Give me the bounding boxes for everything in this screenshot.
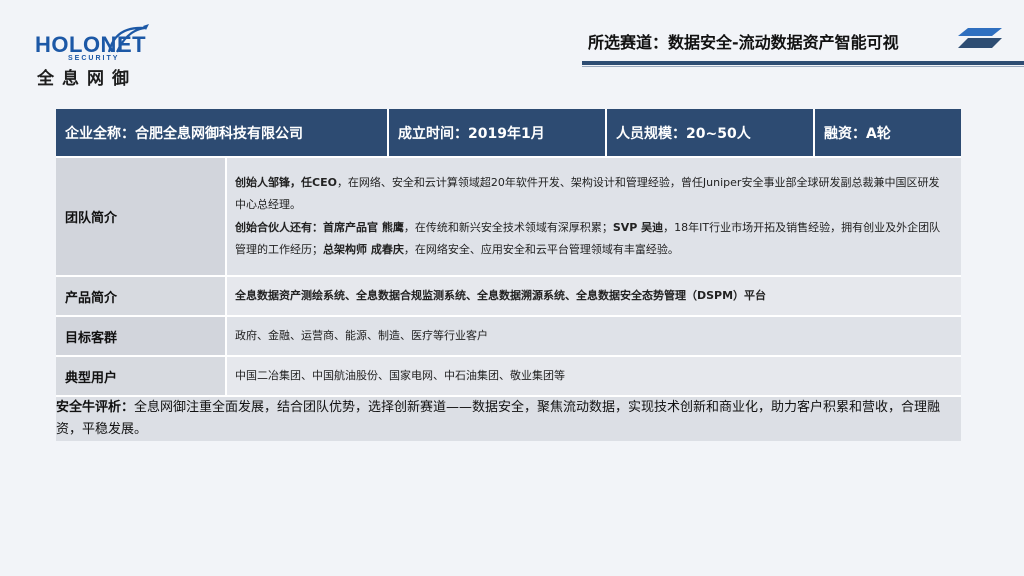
page-title: 所选赛道：数据安全-流动数据资产智能可视 xyxy=(588,33,899,52)
comment-text: 全息网御注重全面发展，结合团队优势，选择创新赛道——数据安全，聚焦流动数据，实现… xyxy=(56,400,941,437)
comment-label: 安全牛评析： xyxy=(56,400,135,415)
customers-row: 目标客群 政府、金融、运营商、能源、制造、医疗等行业客户 xyxy=(56,316,961,357)
company-info-table: 企业全称：合肥全息网御科技有限公司 成立时间：2019年1月 人员规模：20~5… xyxy=(56,109,961,441)
team-label: 团队简介 xyxy=(56,158,227,277)
company-full-name: 企业全称：合肥全息网御科技有限公司 xyxy=(56,109,389,156)
header-divider-thin xyxy=(582,66,1024,67)
company-founded: 成立时间：2019年1月 xyxy=(388,109,607,156)
founder-desc: ，在网络、安全和云计算领域超20年软件开发、架构设计和管理经验，曾任Junipe… xyxy=(235,175,940,212)
company-header-row: 企业全称：合肥全息网御科技有限公司 成立时间：2019年1月 人员规模：20~5… xyxy=(56,109,961,156)
company-size: 人员规模：20~50人 xyxy=(606,109,815,156)
logo-text-sub: SECURITY xyxy=(68,55,120,62)
header-divider xyxy=(582,61,1024,65)
product-row: 产品简介 全息数据资产测绘系统、全息数据合规监测系统、全息数据溯源系统、全息数据… xyxy=(56,276,961,317)
logo-text-cn: 全息网御 xyxy=(37,69,137,89)
company-logo: HOLONET SECURITY 全息网御 xyxy=(35,22,150,89)
partner-svp: SVP 吴迪 xyxy=(612,220,664,234)
customers-label: 目标客群 xyxy=(56,316,227,357)
product-label: 产品简介 xyxy=(56,276,227,317)
users-label: 典型用户 xyxy=(56,356,227,397)
users-row: 典型用户 中国二冶集团、中国航油股份、国家电网、中石油集团、敬业集团等 xyxy=(56,356,961,397)
founder-name: 创始人邹锋，任CEO xyxy=(235,175,337,189)
company-funding: 融资：A轮 xyxy=(814,109,961,156)
team-content: 创始人邹锋，任CEO，在网络、安全和云计算领域超20年软件开发、架构设计和管理经… xyxy=(226,158,961,277)
product-content: 全息数据资产测绘系统、全息数据合规监测系统、全息数据溯源系统、全息数据安全态势管… xyxy=(226,276,961,317)
team-row: 团队简介 创始人邹锋，任CEO，在网络、安全和云计算领域超20年软件开发、架构设… xyxy=(56,158,961,277)
stripes-icon xyxy=(958,28,1002,48)
partners-desc-a: ，在传统和新兴安全技术领域有深厚积累； xyxy=(403,220,613,234)
customers-content: 政府、金融、运营商、能源、制造、医疗等行业客户 xyxy=(226,316,961,357)
partners-lead: 创始合伙人还有：首席产品官 熊鹰 xyxy=(235,220,404,234)
comment-row: 安全牛评析：全息网御注重全面发展，结合团队优势，选择创新赛道——数据安全，聚焦流… xyxy=(56,396,961,441)
partner-architect: 总架构师 成春庆 xyxy=(323,243,404,256)
users-content: 中国二冶集团、中国航油股份、国家电网、中石油集团、敬业集团等 xyxy=(226,356,961,397)
partners-desc-c: ，在网络安全、应用安全和云平台管理领域有丰富经验。 xyxy=(403,243,679,256)
comment-content: 安全牛评析：全息网御注重全面发展，结合团队优势，选择创新赛道——数据安全，聚焦流… xyxy=(56,396,961,441)
